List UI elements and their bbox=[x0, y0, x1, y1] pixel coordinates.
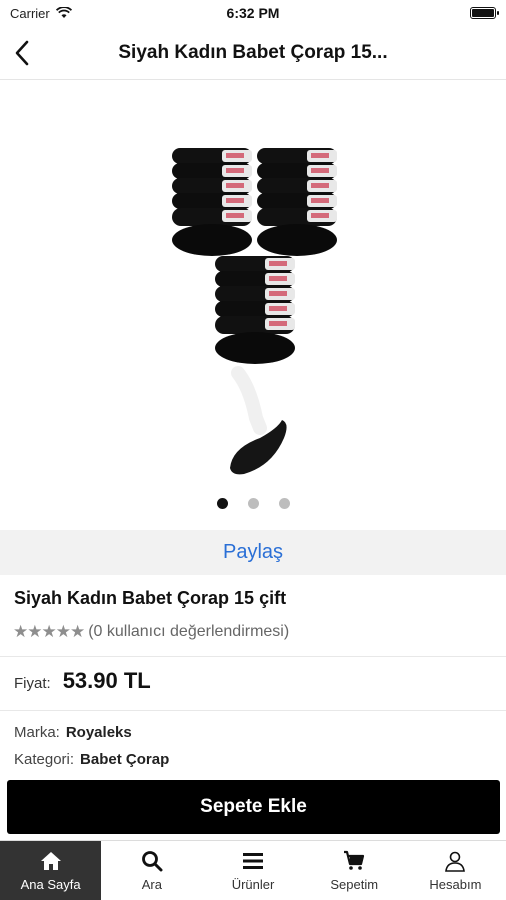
share-button[interactable]: Paylaş bbox=[0, 530, 506, 575]
carousel-dot-3[interactable] bbox=[278, 498, 290, 509]
price-row: Fiyat: 53.90 TL bbox=[14, 668, 151, 694]
brand-row: Marka: Royaleks bbox=[14, 724, 132, 741]
status-bar: Carrier 6:32 PM bbox=[0, 0, 506, 26]
price-label: Fiyat: bbox=[14, 675, 51, 692]
product-image bbox=[172, 148, 337, 475]
tab-cart[interactable]: Sepetim bbox=[304, 841, 405, 900]
rating-stars-icon: ★★★★★ bbox=[13, 622, 85, 641]
status-left: Carrier bbox=[10, 6, 72, 21]
product-gallery[interactable] bbox=[0, 80, 506, 530]
search-icon bbox=[141, 851, 163, 872]
carrier-label: Carrier bbox=[10, 5, 50, 21]
category-value[interactable]: Babet Çorap bbox=[80, 751, 169, 768]
tab-search[interactable]: Ara bbox=[101, 841, 202, 900]
wifi-icon bbox=[55, 7, 72, 18]
category-row: Kategori: Babet Çorap bbox=[14, 751, 169, 768]
cart-icon bbox=[344, 850, 365, 870]
user-icon bbox=[445, 851, 466, 872]
page-title: Siyah Kadın Babet Çorap 15... bbox=[118, 41, 388, 63]
carousel-dot-1[interactable] bbox=[216, 498, 228, 509]
product-rating[interactable]: ★★★★★ (0 kullanıcı değerlendirmesi) bbox=[13, 622, 289, 642]
tab-label: Hesabım bbox=[429, 877, 482, 892]
back-button[interactable] bbox=[0, 26, 44, 80]
menu-icon bbox=[243, 853, 263, 869]
battery-icon bbox=[470, 7, 499, 19]
price-value: 53.90 TL bbox=[62, 668, 151, 693]
tab-label: Ana Sayfa bbox=[20, 877, 81, 892]
brand-label: Marka: bbox=[14, 724, 60, 741]
tab-home[interactable]: Ana Sayfa bbox=[0, 841, 102, 900]
carousel-dot-2[interactable] bbox=[247, 498, 259, 509]
add-to-cart-button[interactable]: Sepete Ekle bbox=[7, 780, 500, 834]
product-name: Siyah Kadın Babet Çorap 15 çift bbox=[14, 588, 287, 608]
tab-bar: Ana Sayfa Ara Ürünler Sepetim Hesabım bbox=[0, 840, 506, 900]
home-icon bbox=[40, 852, 61, 870]
rating-text: (0 kullanıcı değerlendirmesi) bbox=[88, 623, 290, 640]
status-time: 6:32 PM bbox=[226, 5, 280, 21]
category-label: Kategori: bbox=[14, 751, 75, 768]
tab-label: Ürünler bbox=[231, 877, 275, 892]
divider bbox=[0, 710, 506, 711]
carousel-dots[interactable] bbox=[0, 498, 506, 509]
divider bbox=[0, 656, 506, 657]
nav-bar: Siyah Kadın Babet Çorap 15... bbox=[0, 26, 506, 80]
tab-account[interactable]: Hesabım bbox=[405, 841, 506, 900]
tab-label: Ara bbox=[141, 877, 162, 892]
tab-products[interactable]: Ürünler bbox=[202, 841, 303, 900]
brand-value[interactable]: Royaleks bbox=[66, 724, 132, 741]
tab-label: Sepetim bbox=[330, 877, 379, 892]
chevron-left-icon bbox=[15, 40, 29, 65]
